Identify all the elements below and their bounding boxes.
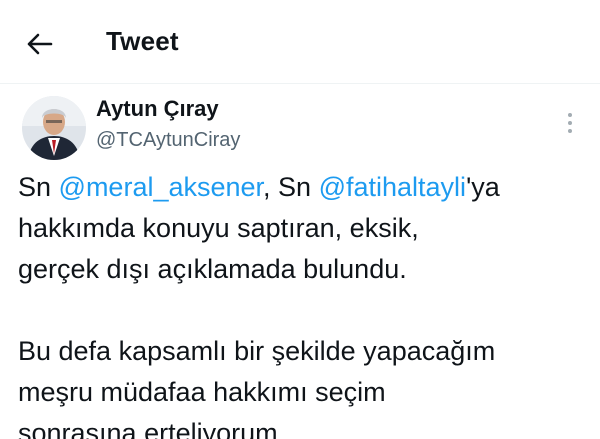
author-handle[interactable]: @TCAytunCiray (96, 129, 240, 152)
tweet-text-segment: Sn (18, 172, 59, 202)
arrow-left-icon (27, 33, 53, 55)
more-options-button[interactable] (558, 108, 582, 138)
tweet-line: meşru müdafaa hakkımı seçim (18, 377, 386, 407)
tweet-line: gerçek dışı açıklamada bulundu. (18, 254, 407, 284)
author-name[interactable]: Aytun Çıray (96, 96, 219, 122)
page-title: Tweet (106, 26, 179, 56)
profile-photo (22, 96, 86, 160)
vertical-ellipsis-icon (568, 121, 572, 125)
top-bar: Tweet (0, 0, 600, 84)
back-button[interactable] (20, 24, 60, 64)
avatar[interactable] (22, 96, 86, 160)
mention-link-meral-aksener[interactable]: @meral_aksener (59, 172, 264, 202)
vertical-ellipsis-icon (568, 113, 572, 117)
paragraph-break (18, 290, 588, 331)
tweet-line: sonrasına erteliyorum. (18, 418, 286, 439)
mention-link-fatihaltayli[interactable]: @fatihaltayli (319, 172, 466, 202)
tweet-text-segment: , Sn (263, 172, 319, 202)
tweet-line: Sn @meral_aksener, Sn @fatihaltayli'ya (18, 167, 588, 208)
tweet-page: Tweet Aytun Çıray @TCAytunCiray Sn @mera… (0, 0, 600, 439)
tweet-line: Bu defa kapsamlı bir şekilde yapacağım (18, 336, 496, 366)
vertical-ellipsis-icon (568, 129, 572, 133)
tweet-line: hakkımda konuyu saptıran, eksik, (18, 213, 419, 243)
tweet-text: Sn @meral_aksener, Sn @fatihaltayli'ya h… (18, 167, 588, 439)
tweet-text-segment: 'ya (466, 172, 500, 202)
